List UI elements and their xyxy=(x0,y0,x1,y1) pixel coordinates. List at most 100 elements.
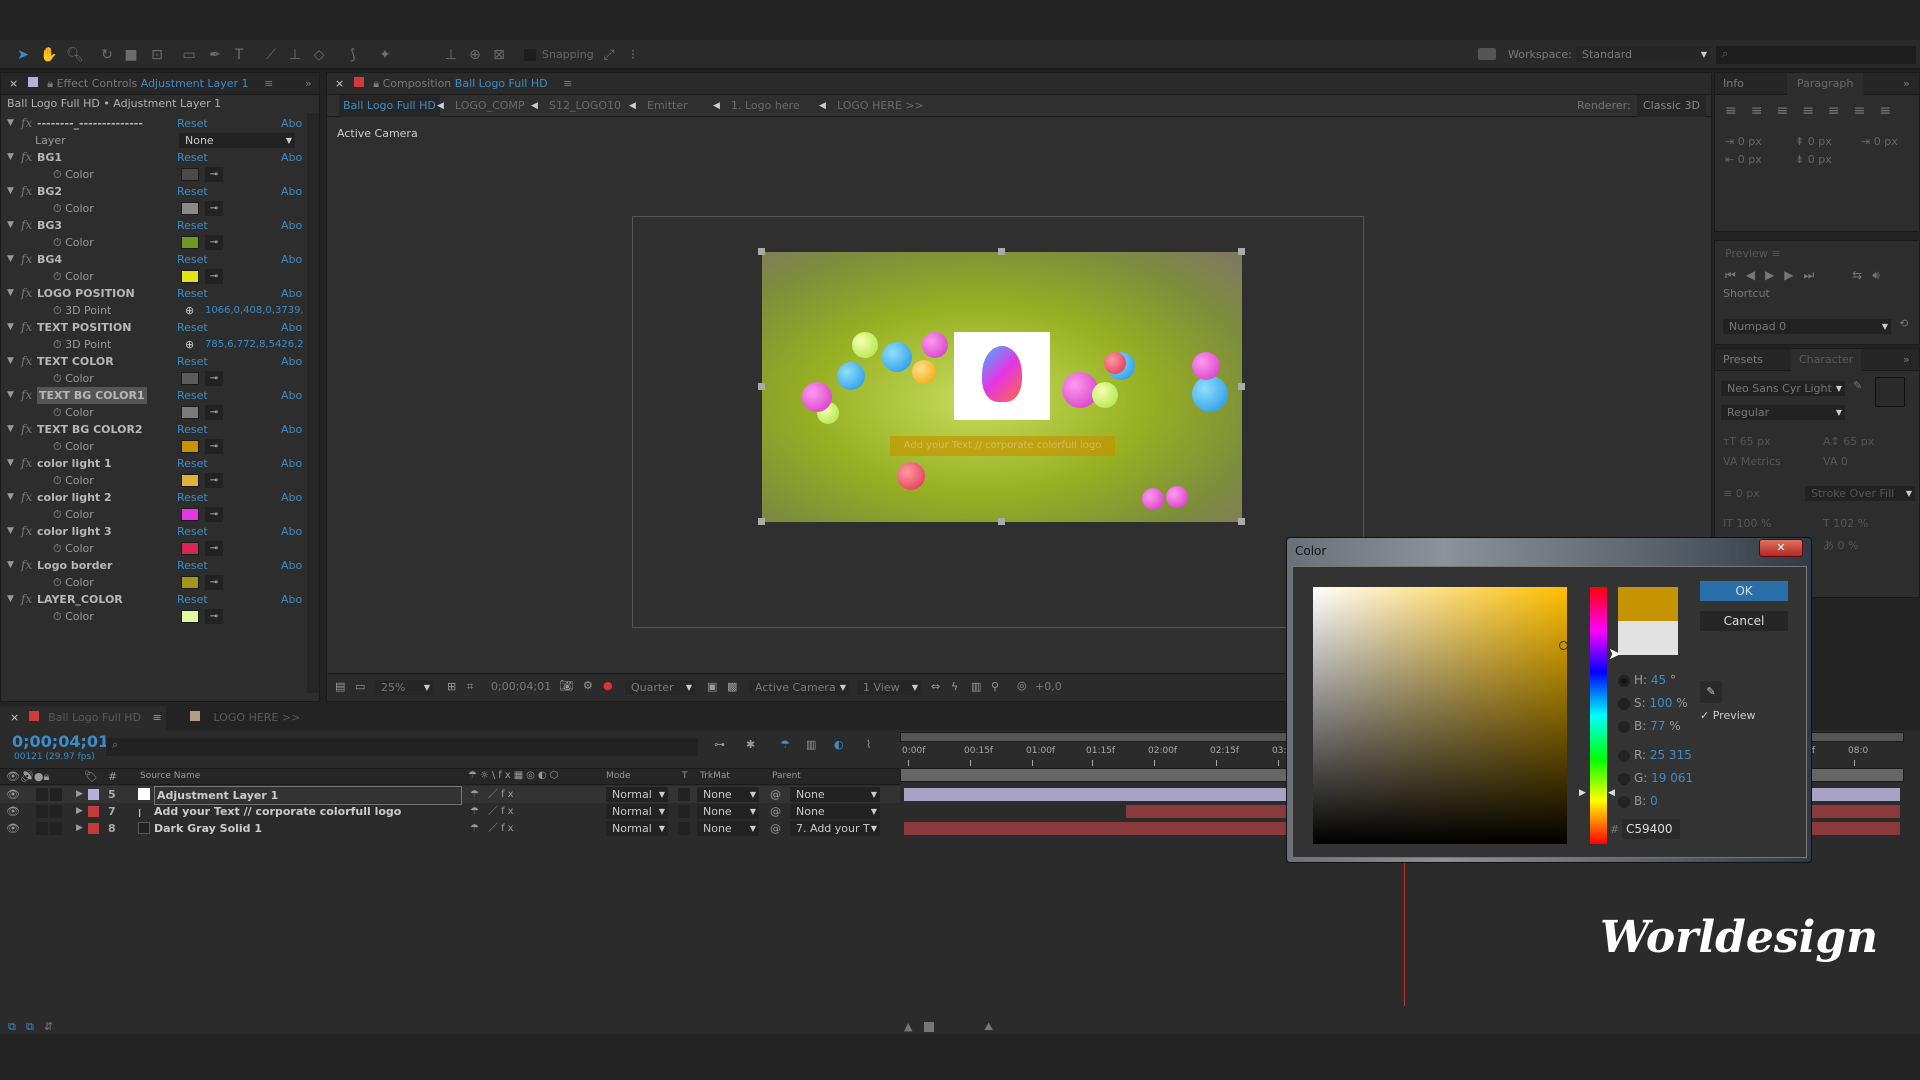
stopwatch-icon[interactable]: ⏱︎ xyxy=(53,338,62,351)
camera-tool-icon[interactable]: ■ xyxy=(122,46,140,64)
kerning-field[interactable]: VA Metrics xyxy=(1723,455,1781,468)
fx-toggle-icon[interactable]: fx xyxy=(21,285,32,302)
track-matte-dropdown[interactable]: None xyxy=(697,787,759,802)
monitor-icon[interactable]: ▭ xyxy=(355,680,365,693)
solo-toggle[interactable] xyxy=(36,805,48,818)
lock-toggle[interactable] xyxy=(50,822,62,835)
point-value[interactable]: 1066,0,408,0,3739, xyxy=(205,302,304,319)
effect-header[interactable]: ▼ fx --------_-------------- Reset Abo xyxy=(1,115,306,132)
reset-link[interactable]: Reset xyxy=(177,251,208,268)
eyedropper-icon[interactable]: ⊸ xyxy=(205,371,223,386)
composition-tab[interactable]: × 🔒︎ Composition Ball Logo Full HD ≡ xyxy=(327,73,1711,95)
fx-toggle-icon[interactable]: fx xyxy=(21,149,32,166)
stopwatch-icon[interactable]: ⏱︎ xyxy=(53,270,62,283)
about-link[interactable]: Abo xyxy=(281,489,302,506)
layer-name[interactable]: Add your Text // corporate colorfull log… xyxy=(154,803,401,820)
layer-switches[interactable]: ☂ ／fx xyxy=(470,786,517,803)
close-icon[interactable]: × xyxy=(335,77,344,90)
stopwatch-icon[interactable]: ⏱︎ xyxy=(53,474,62,487)
exposure-reset-icon[interactable]: ◎ xyxy=(1017,679,1027,692)
first-frame-icon[interactable]: ⏮ xyxy=(1725,268,1746,282)
eyedropper-icon[interactable]: ⊸ xyxy=(205,405,223,420)
effect-controls-tab[interactable]: × 🔒︎ Effect Controls Adjustment Layer 1 … xyxy=(1,73,319,95)
modes-toggle-icon[interactable]: ⧉ xyxy=(26,1020,34,1034)
about-link[interactable]: Abo xyxy=(281,353,302,370)
about-link[interactable]: Abo xyxy=(281,149,302,166)
fill-color-swatch[interactable] xyxy=(1875,377,1905,407)
tab-paragraph[interactable]: Paragraph xyxy=(1787,73,1864,95)
expand-triangle-icon[interactable]: ▼ xyxy=(7,591,14,608)
reset-link[interactable]: Reset xyxy=(177,319,208,336)
fx-toggle-icon[interactable]: fx xyxy=(21,319,32,336)
hex-input[interactable]: C59400 xyxy=(1622,819,1680,839)
transform-handle[interactable] xyxy=(1238,248,1245,255)
stopwatch-icon[interactable]: ⏱︎ xyxy=(53,372,62,385)
point-target-icon[interactable]: ⊕ xyxy=(185,302,194,319)
parent-dropdown[interactable]: None xyxy=(790,804,880,819)
color-swatch[interactable] xyxy=(181,270,199,283)
playhead-line[interactable] xyxy=(1404,846,1405,1006)
reset-link[interactable]: Reset xyxy=(177,353,208,370)
transform-handle[interactable] xyxy=(758,248,765,255)
layer-row[interactable]: 👁︎ ▶ 5 Adjustment Layer 1 ☂ ／fx Normal N… xyxy=(0,786,900,805)
stopwatch-icon[interactable]: ⏱︎ xyxy=(53,508,62,521)
about-link[interactable]: Abo xyxy=(281,523,302,540)
color-swatch[interactable] xyxy=(181,576,199,589)
about-link[interactable]: Abo xyxy=(281,421,302,438)
eyedropper-icon[interactable]: ⊸ xyxy=(205,167,223,182)
stopwatch-icon[interactable]: ⏱︎ xyxy=(53,576,62,589)
view-axis-icon[interactable]: ⊠ xyxy=(490,46,508,64)
reset-link[interactable]: Reset xyxy=(177,115,208,132)
visibility-eye-icon[interactable]: 👁︎ xyxy=(6,820,20,837)
original-color-swatch[interactable] xyxy=(1618,621,1678,655)
layer-row[interactable]: 👁︎ ▶ 7 I Add your Text // corporate colo… xyxy=(0,803,900,820)
expand-triangle-icon[interactable]: ▼ xyxy=(7,251,14,268)
about-link[interactable]: Abo xyxy=(281,591,302,608)
about-link[interactable]: Abo xyxy=(281,387,302,404)
preserve-transparency-toggle[interactable] xyxy=(678,788,690,801)
zoom-tool-icon[interactable]: 🔍︎ xyxy=(66,46,84,64)
effect-header[interactable]: ▼ fx Logo border Reset Abo xyxy=(1,557,306,574)
camera-dropdown[interactable]: Active Camera xyxy=(749,680,849,695)
fx-toggle-icon[interactable]: fx xyxy=(21,251,32,268)
track-matte-dropdown[interactable]: None xyxy=(697,804,759,819)
expand-triangle-icon[interactable]: ▶ xyxy=(76,786,83,803)
color-swatch[interactable] xyxy=(181,168,199,181)
blend-mode-dropdown[interactable]: Normal xyxy=(606,821,668,836)
expand-triangle-icon[interactable]: ▶ xyxy=(76,803,83,820)
transform-handle[interactable] xyxy=(1238,518,1245,525)
motion-blur-icon[interactable]: ◐ xyxy=(834,738,844,751)
effect-header[interactable]: ▼ fx LAYER_COLOR Reset Abo xyxy=(1,591,306,608)
pick-whip-icon[interactable]: @ xyxy=(770,803,781,820)
hue-field[interactable]: H: 45 ° xyxy=(1618,673,1676,687)
eyedropper-button[interactable]: ✎ xyxy=(1700,681,1722,703)
font-size-field[interactable]: ᴛT 65 px xyxy=(1723,435,1771,448)
leading-field[interactable]: A↕ 65 px xyxy=(1823,435,1874,448)
fx-toggle-icon[interactable]: fx xyxy=(21,217,32,234)
eyedropper-icon[interactable]: ⊸ xyxy=(205,439,223,454)
effect-header[interactable]: ▼ fx color light 3 Reset Abo xyxy=(1,523,306,540)
workspace-dropdown[interactable]: Standard xyxy=(1576,47,1710,62)
snapshot-icon[interactable]: 📷︎ xyxy=(559,679,573,692)
stopwatch-icon[interactable]: ⏱︎ xyxy=(53,168,62,181)
show-snapshot-icon[interactable]: ⚙ xyxy=(583,679,593,692)
local-axis-icon[interactable]: ⊥ xyxy=(442,46,460,64)
reset-link[interactable]: Reset xyxy=(177,421,208,438)
breadcrumb-item[interactable]: LOGO_COMP xyxy=(455,95,525,117)
breadcrumb-item[interactable]: Ball Logo Full HD xyxy=(339,95,440,117)
effect-header[interactable]: ▼ fx TEXT BG COLOR1 Reset Abo xyxy=(1,387,306,404)
reset-link[interactable]: Reset xyxy=(177,591,208,608)
reset-link[interactable]: Reset xyxy=(177,387,208,404)
panel-overflow-icon[interactable]: » xyxy=(1903,349,1910,371)
pixel-aspect-icon[interactable]: ⇔ xyxy=(931,680,940,693)
preview-checkbox[interactable]: ✓ Preview xyxy=(1700,709,1756,722)
stopwatch-icon[interactable]: ⏱︎ xyxy=(53,202,62,215)
in-out-toggle-icon[interactable]: ⇵ xyxy=(44,1020,53,1033)
alignment-buttons[interactable]: ≡≡≡≡≡≡≡ xyxy=(1715,95,1919,127)
playback-controls[interactable]: ⏮◀▶▶⏭ ⇆🔊︎ xyxy=(1715,266,1919,285)
tab-logo-here[interactable]: LOGO HERE >> xyxy=(190,706,300,730)
transform-handle[interactable] xyxy=(1238,383,1245,390)
stopwatch-icon[interactable]: ⏱︎ xyxy=(53,542,62,555)
expand-triangle-icon[interactable]: ▼ xyxy=(7,285,14,302)
expand-triangle-icon[interactable]: ▼ xyxy=(7,387,14,404)
